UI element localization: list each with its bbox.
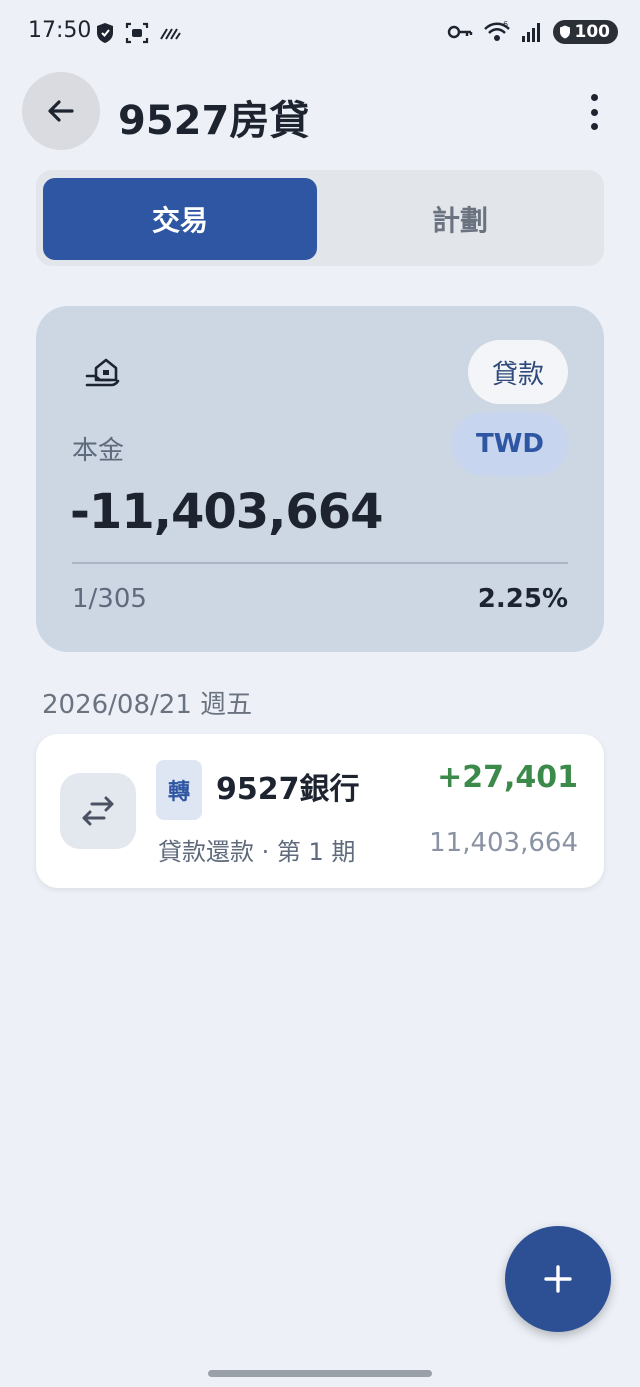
wifi-badge: 6 [503, 20, 508, 29]
more-vertical-icon [590, 94, 598, 101]
view-tabs: 交易 計劃 [36, 170, 604, 266]
tab-plan[interactable]: 計劃 [323, 178, 597, 260]
status-bar: 17:50 6 100 [0, 0, 640, 68]
plus-icon [544, 1265, 572, 1293]
back-button[interactable] [22, 72, 100, 150]
battery-shield-icon [559, 25, 570, 39]
interest-rate: 2.25% [477, 584, 568, 614]
transaction-type-badge: 轉 [156, 760, 202, 820]
screenshot-icon [125, 22, 149, 44]
status-time: 17:50 [28, 18, 92, 43]
transaction-balance: 11,403,664 [429, 828, 578, 858]
add-transaction-button[interactable] [505, 1226, 611, 1332]
shield-icon [97, 23, 113, 43]
transaction-item[interactable]: 轉 9527銀行 貸款還款 · 第 1 期 +27,401 11,403,664 [36, 734, 604, 888]
principal-label: 本金 [72, 436, 125, 466]
status-left-icons [95, 22, 181, 44]
transfer-arrows-icon [82, 796, 114, 826]
transaction-icon-box [60, 773, 136, 849]
transaction-amount: +27,401 [437, 760, 578, 795]
status-right-icons: 6 100 [447, 20, 618, 44]
loan-type-chip: 貸款 [467, 340, 568, 404]
signal-lines-icon [160, 28, 181, 40]
wifi-icon: 6 [483, 20, 510, 41]
tab-transactions[interactable]: 交易 [43, 178, 317, 260]
currency-chip: TWD [452, 412, 568, 476]
more-options-button[interactable] [584, 94, 604, 130]
top-app-bar: 9527房貸 [0, 70, 640, 154]
loan-summary-card[interactable]: 貸款 TWD 本金 -11,403,664 1/305 2.25% [36, 306, 604, 652]
arrow-left-icon [48, 100, 74, 122]
battery-indicator: 100 [552, 20, 618, 44]
card-divider [72, 562, 568, 564]
home-indicator[interactable] [208, 1370, 432, 1377]
page-title: 9527房貸 [118, 98, 310, 144]
house-hand-icon [85, 358, 120, 387]
transaction-name: 9527銀行 [216, 772, 360, 807]
battery-level: 100 [574, 22, 611, 42]
principal-value: -11,403,664 [70, 484, 384, 540]
transaction-description: 貸款還款 · 第 1 期 [158, 838, 356, 866]
cell-signal-icon [521, 23, 540, 42]
date-header: 2026/08/21 週五 [42, 690, 253, 720]
key-icon [447, 25, 472, 39]
installment-progress: 1/305 [72, 584, 147, 614]
